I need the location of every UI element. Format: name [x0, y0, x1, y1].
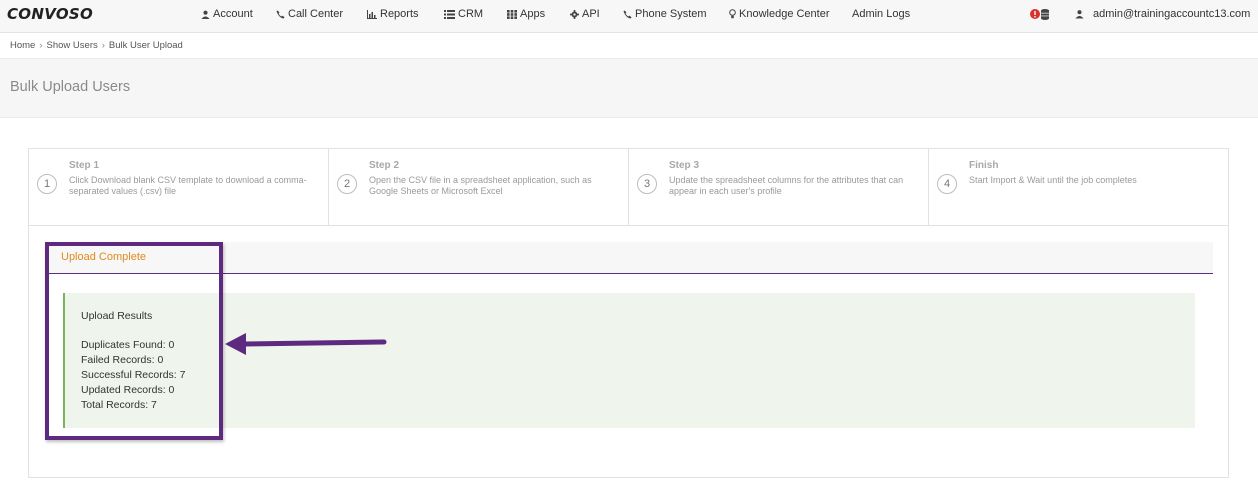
nav-phone-system-label: Phone System [635, 8, 707, 20]
nav-admin-logs[interactable]: Admin Logs [852, 8, 910, 20]
nav-api[interactable]: API [570, 8, 600, 20]
step-title: Step 3 [669, 160, 700, 171]
breadcrumb: Home › Show Users › Bulk User Upload [10, 40, 183, 51]
grid-icon [507, 9, 517, 19]
convoso-logo[interactable]: CONVOSO [7, 5, 93, 23]
nav-admin-logs-label: Admin Logs [852, 8, 911, 20]
gear-icon [570, 9, 579, 19]
step-description: Update the spreadsheet columns for the a… [669, 175, 904, 196]
page-title: Bulk Upload Users [10, 79, 131, 95]
step-finish: 4 Finish Start Import & Wait until the j… [929, 149, 1229, 225]
step-number-badge: 3 [637, 174, 657, 194]
steps-wizard: 1 Step 1 Click Download blank CSV templa… [29, 149, 1228, 226]
list-icon [444, 9, 455, 19]
nav-crm[interactable]: CRM [444, 8, 483, 20]
lightbulb-icon [729, 9, 736, 19]
step-number-badge: 4 [937, 174, 957, 194]
breadcrumb-home[interactable]: Home [10, 40, 35, 51]
nav-account[interactable]: Account [201, 8, 253, 20]
nav-account-label: Account [213, 8, 253, 20]
upload-results-panel: Upload Results Duplicates Found: 0 Faile… [63, 293, 1195, 428]
nav-crm-label: CRM [458, 8, 484, 20]
user-email[interactable]: admin@trainingaccountc13.com [1093, 8, 1250, 20]
phone-icon [276, 9, 285, 19]
annotation-highlight-box [45, 242, 223, 440]
step-3: 3 Step 3 Update the spreadsheet columns … [629, 149, 929, 225]
nav-call-center-label: Call Center [288, 8, 344, 20]
step-description: Start Import & Wait until the job comple… [969, 175, 1137, 185]
step-title: Finish [969, 160, 999, 171]
breadcrumb-show-users[interactable]: Show Users [47, 40, 98, 51]
step-number-badge: 1 [37, 174, 57, 194]
step-title: Step 2 [369, 160, 400, 171]
nav-phone-system[interactable]: Phone System [623, 8, 707, 20]
nav-call-center[interactable]: Call Center [276, 8, 343, 20]
nav-api-label: API [582, 8, 600, 20]
step-2: 2 Step 2 Open the CSV file in a spreadsh… [329, 149, 629, 225]
nav-reports[interactable]: Reports [367, 8, 419, 20]
step-number-badge: 2 [337, 174, 357, 194]
step-description: Open the CSV file in a spreadsheet appli… [369, 175, 592, 196]
nav-knowledge-center[interactable]: Knowledge Center [729, 8, 830, 20]
top-navbar: CONVOSO Account Call Center Reports CRM … [0, 0, 1258, 33]
breadcrumb-separator-icon: › [39, 40, 43, 51]
step-description: Click Download blank CSV template to dow… [69, 175, 307, 196]
nav-apps-label: Apps [520, 8, 546, 20]
annotation-arrow-icon [225, 333, 387, 355]
bar-chart-icon [367, 9, 377, 19]
nav-knowledge-center-label: Knowledge Center [739, 8, 830, 20]
nav-reports-label: Reports [380, 8, 419, 20]
nav-apps[interactable]: Apps [507, 8, 545, 20]
database-icon[interactable] [1041, 9, 1049, 20]
phone-icon [623, 9, 632, 19]
step-title: Step 1 [69, 160, 100, 171]
step-1: 1 Step 1 Click Download blank CSV templa… [29, 149, 329, 225]
breadcrumb-current: Bulk User Upload [108, 40, 183, 51]
user-icon [201, 10, 210, 19]
user-icon[interactable] [1075, 9, 1084, 19]
page-header: Bulk Upload Users [0, 58, 1258, 118]
breadcrumb-separator-icon: › [101, 40, 105, 51]
alert-icon[interactable] [1030, 9, 1040, 19]
